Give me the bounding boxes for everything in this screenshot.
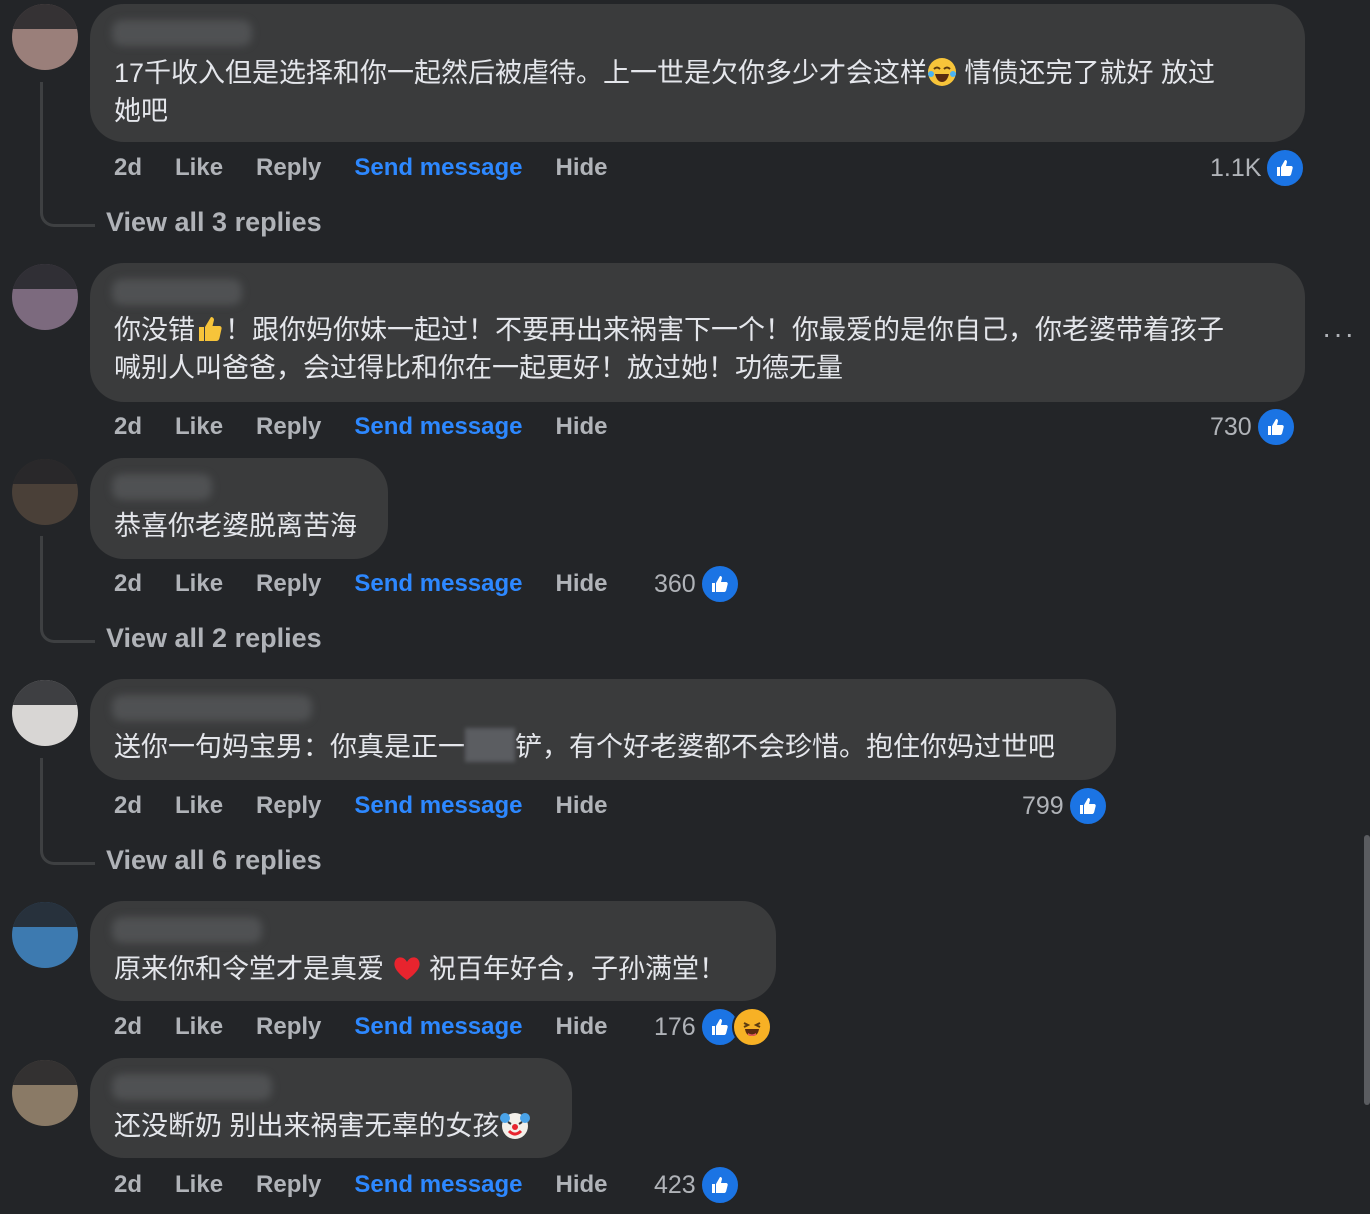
- timestamp[interactable]: 2d: [114, 154, 142, 182]
- like-button[interactable]: Like: [175, 1013, 223, 1041]
- clown-face-emoji-icon: [499, 1113, 530, 1139]
- author-name[interactable]: [112, 917, 262, 943]
- comment-text: 原来你和令堂才是真爱 祝百年好合，子孙满堂！: [114, 954, 727, 984]
- scrollbar-thumb[interactable]: [1364, 835, 1370, 1105]
- reply-button[interactable]: Reply: [256, 570, 321, 598]
- comment-text: 送你一句妈宝男：你真是正一 铲，有个好老婆都不会珍惜。抱住你妈过世吧: [114, 728, 1055, 766]
- reply-button[interactable]: Reply: [256, 1013, 321, 1041]
- red-heart-emoji-icon: [393, 957, 420, 980]
- comment-actions: 2d Like Reply Send message Hide: [114, 1013, 641, 1041]
- comment-bubble: 还没断奶 别出来祸害无辜的女孩: [90, 1058, 572, 1158]
- avatar[interactable]: [12, 4, 78, 70]
- author-name[interactable]: [112, 474, 212, 500]
- hide-button[interactable]: Hide: [556, 413, 608, 441]
- timestamp[interactable]: 2d: [114, 413, 142, 441]
- thread-connector: [40, 536, 95, 643]
- thumbs-up-icon: [1255, 407, 1296, 447]
- haha-emoji-icon: [731, 1007, 772, 1047]
- comment-bubble: 你没错 ！跟你妈你妹一起过！不要再出来祸害下一个！你最爱的是你自己，你老婆带着孩子…: [90, 263, 1305, 402]
- reaction-count: 730: [1210, 412, 1252, 441]
- reaction-summary[interactable]: 1.1K: [1210, 148, 1306, 188]
- reply-button[interactable]: Reply: [256, 154, 321, 182]
- comment-actions: 2d Like Reply Send message Hide: [114, 1171, 641, 1199]
- timestamp[interactable]: 2d: [114, 1013, 142, 1041]
- thumbs-up-icon: [699, 1165, 740, 1205]
- avatar[interactable]: [12, 680, 78, 746]
- send-message-button[interactable]: Send message: [354, 792, 522, 820]
- timestamp[interactable]: 2d: [114, 570, 142, 598]
- comment-text: 还没断奶 别出来祸害无辜的女孩: [114, 1107, 530, 1145]
- hide-button[interactable]: Hide: [556, 570, 608, 598]
- censored-text: [465, 728, 515, 762]
- reaction-count: 360: [654, 569, 696, 598]
- reaction-count: 176: [654, 1012, 696, 1041]
- like-button[interactable]: Like: [175, 570, 223, 598]
- thumbs-up-emoji-icon: [199, 317, 222, 341]
- comment-text: 恭喜你老婆脱离苦海: [114, 511, 357, 541]
- view-replies-link[interactable]: View all 2 replies: [106, 623, 322, 654]
- reply-button[interactable]: Reply: [256, 1171, 321, 1199]
- like-button[interactable]: Like: [175, 1171, 223, 1199]
- timestamp[interactable]: 2d: [114, 792, 142, 820]
- comment-actions: 2d Like Reply Send message Hide: [114, 154, 641, 182]
- reaction-count: 423: [654, 1170, 696, 1199]
- comment-actions: 2d Like Reply Send message Hide: [114, 413, 641, 441]
- like-button[interactable]: Like: [175, 154, 223, 182]
- thumbs-up-icon: [1265, 148, 1306, 188]
- send-message-button[interactable]: Send message: [354, 1171, 522, 1199]
- send-message-button[interactable]: Send message: [354, 570, 522, 598]
- thumbs-up-icon: [1067, 786, 1108, 826]
- author-name[interactable]: [112, 20, 252, 46]
- laughing-tears-emoji-icon: [928, 58, 957, 86]
- comment-bubble: 原来你和令堂才是真爱 祝百年好合，子孙满堂！: [90, 901, 776, 1001]
- reaction-summary[interactable]: 423: [654, 1165, 740, 1205]
- view-replies-link[interactable]: View all 6 replies: [106, 845, 322, 876]
- thread-connector: [40, 758, 95, 865]
- author-name[interactable]: [112, 695, 312, 721]
- timestamp[interactable]: 2d: [114, 1171, 142, 1199]
- reaction-summary[interactable]: 799: [1022, 786, 1108, 826]
- comment-actions: 2d Like Reply Send message Hide: [114, 570, 641, 598]
- comment-text: 你没错 ！跟你妈你妹一起过！不要再出来祸害下一个！你最爱的是你自己，你老婆带着孩子…: [114, 315, 1224, 383]
- like-button[interactable]: Like: [175, 413, 223, 441]
- hide-button[interactable]: Hide: [556, 792, 608, 820]
- thread-connector: [40, 82, 95, 227]
- reaction-summary[interactable]: 360: [654, 564, 740, 604]
- hide-button[interactable]: Hide: [556, 1171, 608, 1199]
- comment-bubble: 送你一句妈宝男：你真是正一 铲，有个好老婆都不会珍惜。抱住你妈过世吧: [90, 679, 1116, 780]
- view-replies-link[interactable]: View all 3 replies: [106, 207, 322, 238]
- comment-text: 17千收入但是选择和你一起然后被虐待。上一世是欠你多少才会这样 情债还完了就好 …: [114, 58, 1216, 126]
- reply-button[interactable]: Reply: [256, 792, 321, 820]
- reaction-count: 1.1K: [1210, 153, 1262, 182]
- reply-button[interactable]: Reply: [256, 413, 321, 441]
- avatar[interactable]: [12, 459, 78, 525]
- author-name[interactable]: [112, 279, 242, 305]
- reaction-summary[interactable]: 176: [654, 1007, 772, 1047]
- comment-bubble: 恭喜你老婆脱离苦海: [90, 458, 388, 559]
- author-name[interactable]: [112, 1074, 272, 1100]
- comment-bubble: 17千收入但是选择和你一起然后被虐待。上一世是欠你多少才会这样 情债还完了就好 …: [90, 4, 1305, 142]
- reaction-count: 799: [1022, 791, 1064, 820]
- avatar[interactable]: [12, 1060, 78, 1126]
- reaction-summary[interactable]: 730: [1210, 407, 1296, 447]
- comment-actions: 2d Like Reply Send message Hide: [114, 792, 641, 820]
- hide-button[interactable]: Hide: [556, 1013, 608, 1041]
- more-options-icon[interactable]: ···: [1322, 318, 1356, 350]
- thumbs-up-icon: [699, 564, 740, 604]
- hide-button[interactable]: Hide: [556, 154, 608, 182]
- send-message-button[interactable]: Send message: [354, 413, 522, 441]
- like-button[interactable]: Like: [175, 792, 223, 820]
- send-message-button[interactable]: Send message: [354, 154, 522, 182]
- avatar[interactable]: [12, 902, 78, 968]
- send-message-button[interactable]: Send message: [354, 1013, 522, 1041]
- avatar[interactable]: [12, 264, 78, 330]
